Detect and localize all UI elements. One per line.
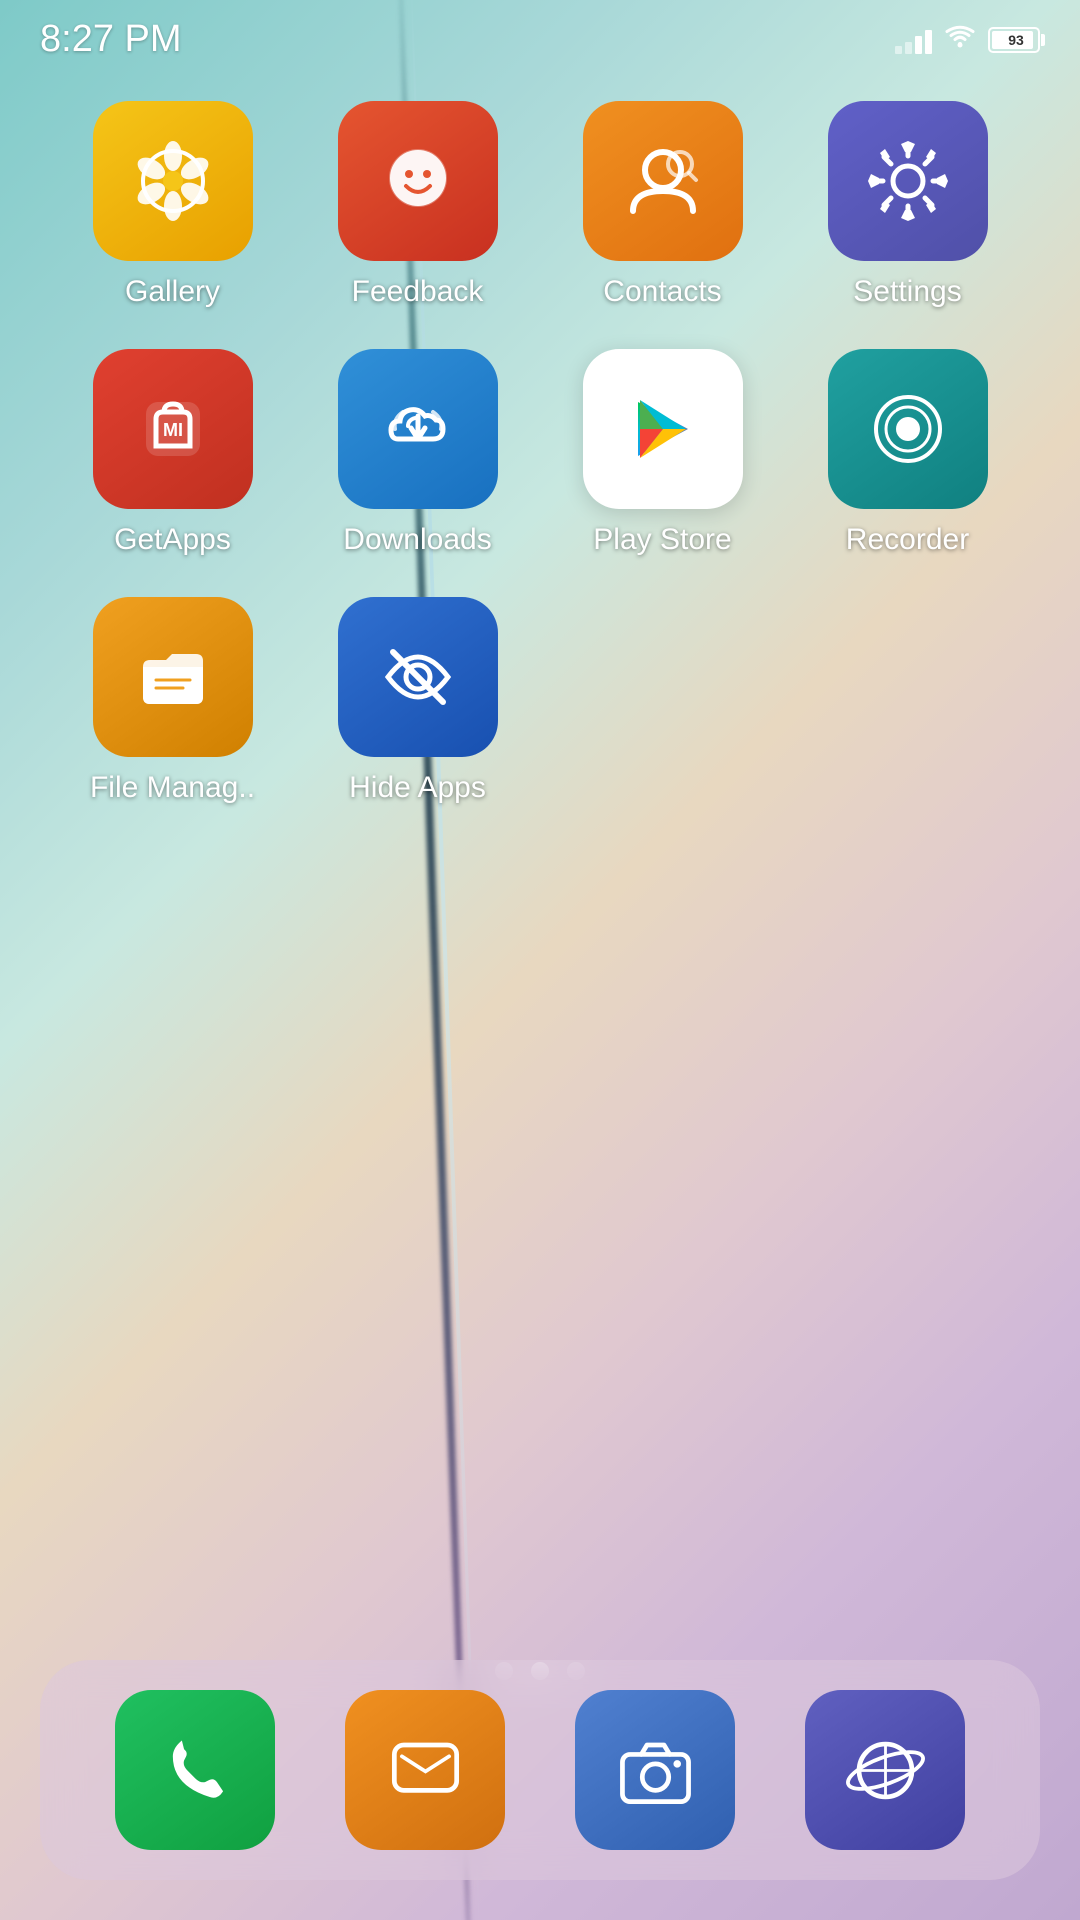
- app-playstore[interactable]: Play Store: [550, 349, 775, 557]
- getapps-label: GetApps: [114, 523, 231, 557]
- app-gallery[interactable]: Gallery: [60, 101, 285, 309]
- playstore-icon: [583, 349, 743, 509]
- dock-messages[interactable]: [345, 1690, 505, 1850]
- feedback-icon: [338, 101, 498, 261]
- app-settings[interactable]: Settings: [795, 101, 1020, 309]
- browser-icon: [843, 1728, 928, 1813]
- contacts-icon: [583, 101, 743, 261]
- status-time: 8:27 PM: [40, 18, 182, 61]
- svg-text:MI: MI: [163, 420, 183, 440]
- settings-label: Settings: [853, 275, 961, 309]
- getapps-icon: MI: [93, 349, 253, 509]
- app-recorder[interactable]: Recorder: [795, 349, 1020, 557]
- phone-icon: [153, 1728, 238, 1813]
- downloads-icon: [338, 349, 498, 509]
- app-hideapps[interactable]: Hide Apps: [305, 597, 530, 805]
- filemanager-icon: [93, 597, 253, 757]
- dock: [40, 1660, 1040, 1880]
- playstore-label: Play Store: [593, 523, 731, 557]
- app-getapps[interactable]: MI GetApps: [60, 349, 285, 557]
- battery-icon: 93: [988, 27, 1040, 53]
- dock-phone[interactable]: [115, 1690, 275, 1850]
- app-feedback[interactable]: Feedback: [305, 101, 530, 309]
- dock-browser[interactable]: [805, 1690, 965, 1850]
- recorder-icon: [828, 349, 988, 509]
- hideapps-label: Hide Apps: [349, 771, 486, 805]
- app-filemanager[interactable]: File Manag..: [60, 597, 285, 805]
- hideapps-icon: [338, 597, 498, 757]
- app-downloads[interactable]: Downloads: [305, 349, 530, 557]
- gallery-label: Gallery: [125, 275, 220, 309]
- recorder-label: Recorder: [846, 523, 969, 557]
- app-grid: Gallery Feedback Contacts: [0, 71, 1080, 835]
- app-contacts[interactable]: Contacts: [550, 101, 775, 309]
- settings-icon: [828, 101, 988, 261]
- downloads-label: Downloads: [343, 523, 491, 557]
- status-icons: 93: [895, 22, 1040, 57]
- dock-camera[interactable]: [575, 1690, 735, 1850]
- messages-icon: [383, 1728, 468, 1813]
- gallery-icon: [93, 101, 253, 261]
- camera-icon: [613, 1728, 698, 1813]
- feedback-label: Feedback: [352, 275, 484, 309]
- contacts-label: Contacts: [603, 275, 721, 309]
- filemanager-label: File Manag..: [90, 771, 255, 805]
- status-bar: 8:27 PM 93: [0, 0, 1080, 71]
- wifi-icon: [944, 22, 976, 57]
- signal-icon: [895, 26, 932, 54]
